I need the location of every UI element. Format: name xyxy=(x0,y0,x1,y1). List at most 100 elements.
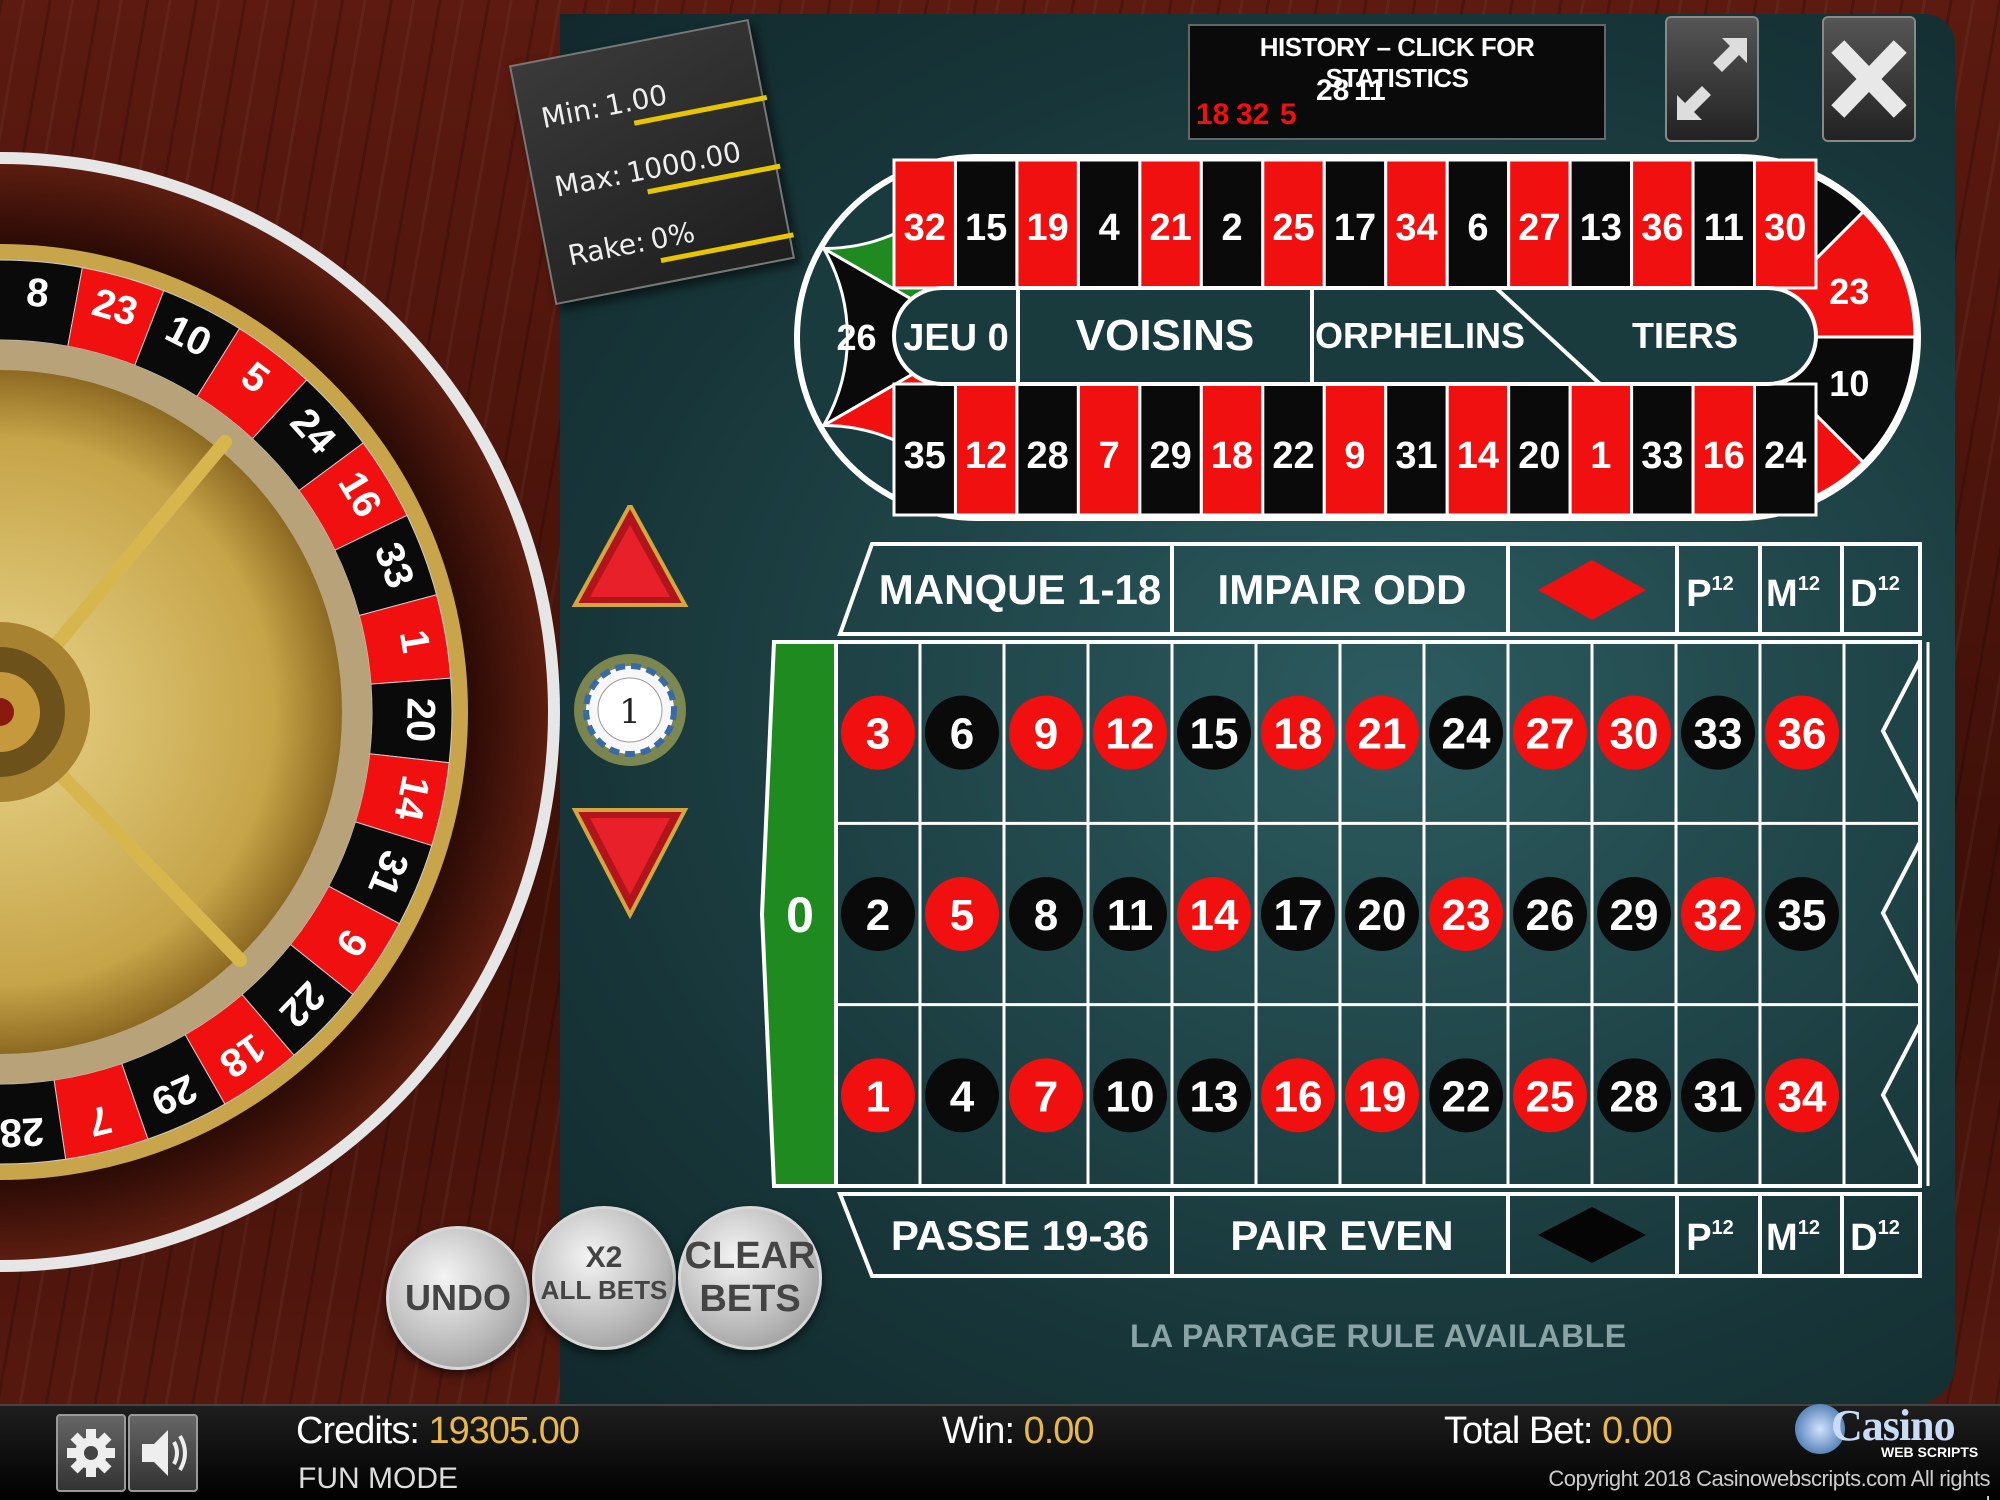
number-cell[interactable]: 22 xyxy=(1429,1058,1503,1133)
number-cell[interactable]: 33 xyxy=(1681,695,1755,770)
number-cell[interactable]: 36 xyxy=(1765,695,1839,770)
number-cell[interactable]: 6 xyxy=(925,695,999,770)
settings-button[interactable] xyxy=(56,1414,126,1492)
close-button[interactable] xyxy=(1822,16,1916,142)
number-cell[interactable]: 13 xyxy=(1177,1058,1251,1133)
number-cell[interactable]: 2 xyxy=(841,876,915,951)
racetrack-cell[interactable]: 24 xyxy=(1753,382,1818,517)
section-tiers[interactable]: TIERS xyxy=(1632,315,1738,356)
selected-chip[interactable]: 1 xyxy=(574,654,686,766)
chip-down-arrow[interactable] xyxy=(571,808,689,920)
betting-board[interactable]: MANQUE 1-18 IMPAIR ODD P12 M12 D12 0 369… xyxy=(760,540,1930,1280)
racetrack-cell[interactable]: 7 xyxy=(1076,382,1142,517)
history-title[interactable]: HISTORY – CLICK FOR STATISTICS xyxy=(1190,32,1604,94)
undo-button[interactable]: UNDO xyxy=(386,1226,530,1370)
number-cell[interactable]: 20 xyxy=(1345,876,1419,951)
racetrack-cell[interactable]: 32 xyxy=(892,158,957,290)
section-jeu0[interactable]: JEU 0 xyxy=(903,317,1009,359)
racetrack-cell[interactable]: 27 xyxy=(1507,158,1572,290)
fullscreen-button[interactable] xyxy=(1665,16,1759,142)
racetrack-cell[interactable]: 9 xyxy=(1322,382,1388,517)
racetrack-cell[interactable]: 28 xyxy=(1015,382,1080,517)
racetrack-cell[interactable]: 34 xyxy=(1384,158,1449,290)
number-cell[interactable]: 8 xyxy=(1009,876,1083,951)
number-cell[interactable]: 35 xyxy=(1765,876,1839,951)
zero-cell[interactable]: 0 xyxy=(760,640,838,1188)
p12-bottom-bet[interactable]: P12 xyxy=(1686,1217,1734,1259)
racetrack-cell[interactable]: 25 xyxy=(1261,158,1326,290)
racetrack-cell[interactable]: 6 xyxy=(1445,158,1511,290)
racetrack-cell[interactable]: 21 xyxy=(1138,158,1203,290)
racetrack-cell[interactable]: 19 xyxy=(1015,158,1080,290)
number-cell[interactable]: 12 xyxy=(1093,695,1167,770)
racetrack-cell[interactable]: 12 xyxy=(953,382,1019,517)
chip-selector[interactable]: 1 xyxy=(570,505,690,925)
number-cell[interactable]: 19 xyxy=(1345,1058,1419,1133)
p12-top-bet[interactable]: P12 xyxy=(1686,573,1734,615)
racetrack-cell[interactable]: 17 xyxy=(1322,158,1388,290)
racetrack-cell[interactable]: 29 xyxy=(1138,382,1203,517)
racetrack-cell[interactable]: 30 xyxy=(1753,158,1818,290)
racetrack-cell[interactable]: 1 xyxy=(1568,382,1634,517)
d12-bottom-bet[interactable]: D12 xyxy=(1850,1217,1900,1259)
column-bets[interactable] xyxy=(1880,659,1922,1167)
racetrack-cell[interactable]: 13 xyxy=(1568,158,1634,290)
number-cell[interactable]: 16 xyxy=(1261,1058,1335,1133)
racetrack-cell[interactable]: 15 xyxy=(953,158,1019,290)
number-cell[interactable]: 32 xyxy=(1681,876,1755,951)
number-cell[interactable]: 3 xyxy=(841,695,915,770)
number-cell[interactable]: 17 xyxy=(1261,876,1335,951)
history-panel[interactable]: HISTORY – CLICK FOR STATISTICS 18 32 5 2… xyxy=(1188,24,1606,140)
sound-button[interactable] xyxy=(128,1414,198,1492)
racetrack-cell[interactable]: 33 xyxy=(1630,382,1695,517)
number-cell[interactable]: 34 xyxy=(1765,1058,1839,1133)
clear-bets-button[interactable]: CLEAR BETS xyxy=(678,1206,822,1350)
number-cell[interactable]: 21 xyxy=(1345,695,1419,770)
double-bets-button[interactable]: X2 ALL BETS xyxy=(532,1206,676,1350)
racetrack-cell[interactable]: 2 xyxy=(1199,158,1265,290)
number-cell[interactable]: 1 xyxy=(841,1058,915,1133)
racetrack-cell[interactable]: 22 xyxy=(1261,382,1326,517)
racetrack-cell[interactable]: 16 xyxy=(1691,382,1757,517)
racetrack-cell[interactable]: 18 xyxy=(1199,382,1265,517)
number-cell[interactable]: 7 xyxy=(1009,1058,1083,1133)
number-cell[interactable]: 10 xyxy=(1093,1058,1167,1133)
pair-bet[interactable]: PAIR EVEN xyxy=(1230,1212,1453,1259)
racetrack-cell[interactable]: 20 xyxy=(1507,382,1572,517)
number-cell[interactable]: 25 xyxy=(1513,1058,1587,1133)
impair-bet[interactable]: IMPAIR ODD xyxy=(1218,566,1467,613)
section-orphelins[interactable]: ORPHELINS xyxy=(1315,315,1525,356)
number-cell[interactable]: 4 xyxy=(925,1058,999,1133)
manque-bet[interactable]: MANQUE 1-18 xyxy=(879,566,1161,613)
number-cell[interactable]: 5 xyxy=(925,876,999,951)
m12-bottom-bet[interactable]: M12 xyxy=(1766,1217,1820,1259)
number-cell[interactable]: 18 xyxy=(1261,695,1335,770)
number-cell[interactable]: 9 xyxy=(1009,695,1083,770)
number-cell[interactable]: 31 xyxy=(1681,1058,1755,1133)
number-cell[interactable]: 15 xyxy=(1177,695,1251,770)
m12-top-bet[interactable]: M12 xyxy=(1766,573,1820,615)
racetrack-top-row[interactable]: 32 15 19 4 21 2 25 17 34 6 27 13 36 11 30 xyxy=(892,158,1818,290)
number-cell[interactable]: 23 xyxy=(1429,876,1503,951)
number-cell[interactable]: 28 xyxy=(1597,1058,1671,1133)
racetrack-cell[interactable]: 4 xyxy=(1076,158,1142,290)
racetrack-cell[interactable]: 36 xyxy=(1630,158,1695,290)
number-cell[interactable]: 14 xyxy=(1177,876,1251,951)
section-voisins[interactable]: VOISINS xyxy=(1076,311,1255,360)
racetrack-cell[interactable]: 11 xyxy=(1691,158,1757,290)
number-cell[interactable]: 27 xyxy=(1513,695,1587,770)
number-cell[interactable]: 30 xyxy=(1597,695,1671,770)
passe-bet[interactable]: PASSE 19-36 xyxy=(891,1212,1149,1259)
racetrack-cell[interactable]: 35 xyxy=(892,382,957,517)
racetrack[interactable]: 0263 823105 321519421225173462713361130 … xyxy=(790,150,1925,525)
number-cell[interactable]: 11 xyxy=(1093,876,1167,951)
number-cell[interactable]: 24 xyxy=(1429,695,1503,770)
racetrack-cell[interactable]: 31 xyxy=(1384,382,1449,517)
number-cell[interactable]: 26 xyxy=(1513,876,1587,951)
number-cell[interactable]: 29 xyxy=(1597,876,1671,951)
d12-top-bet[interactable]: D12 xyxy=(1850,573,1900,615)
racetrack-bottom-row[interactable]: 35 12 28 7 29 18 22 9 31 14 20 1 33 16 24 xyxy=(892,382,1818,517)
black-diamond-bet[interactable] xyxy=(1538,1207,1646,1263)
chip-up-arrow[interactable] xyxy=(571,505,689,607)
red-diamond-bet[interactable] xyxy=(1538,560,1646,620)
